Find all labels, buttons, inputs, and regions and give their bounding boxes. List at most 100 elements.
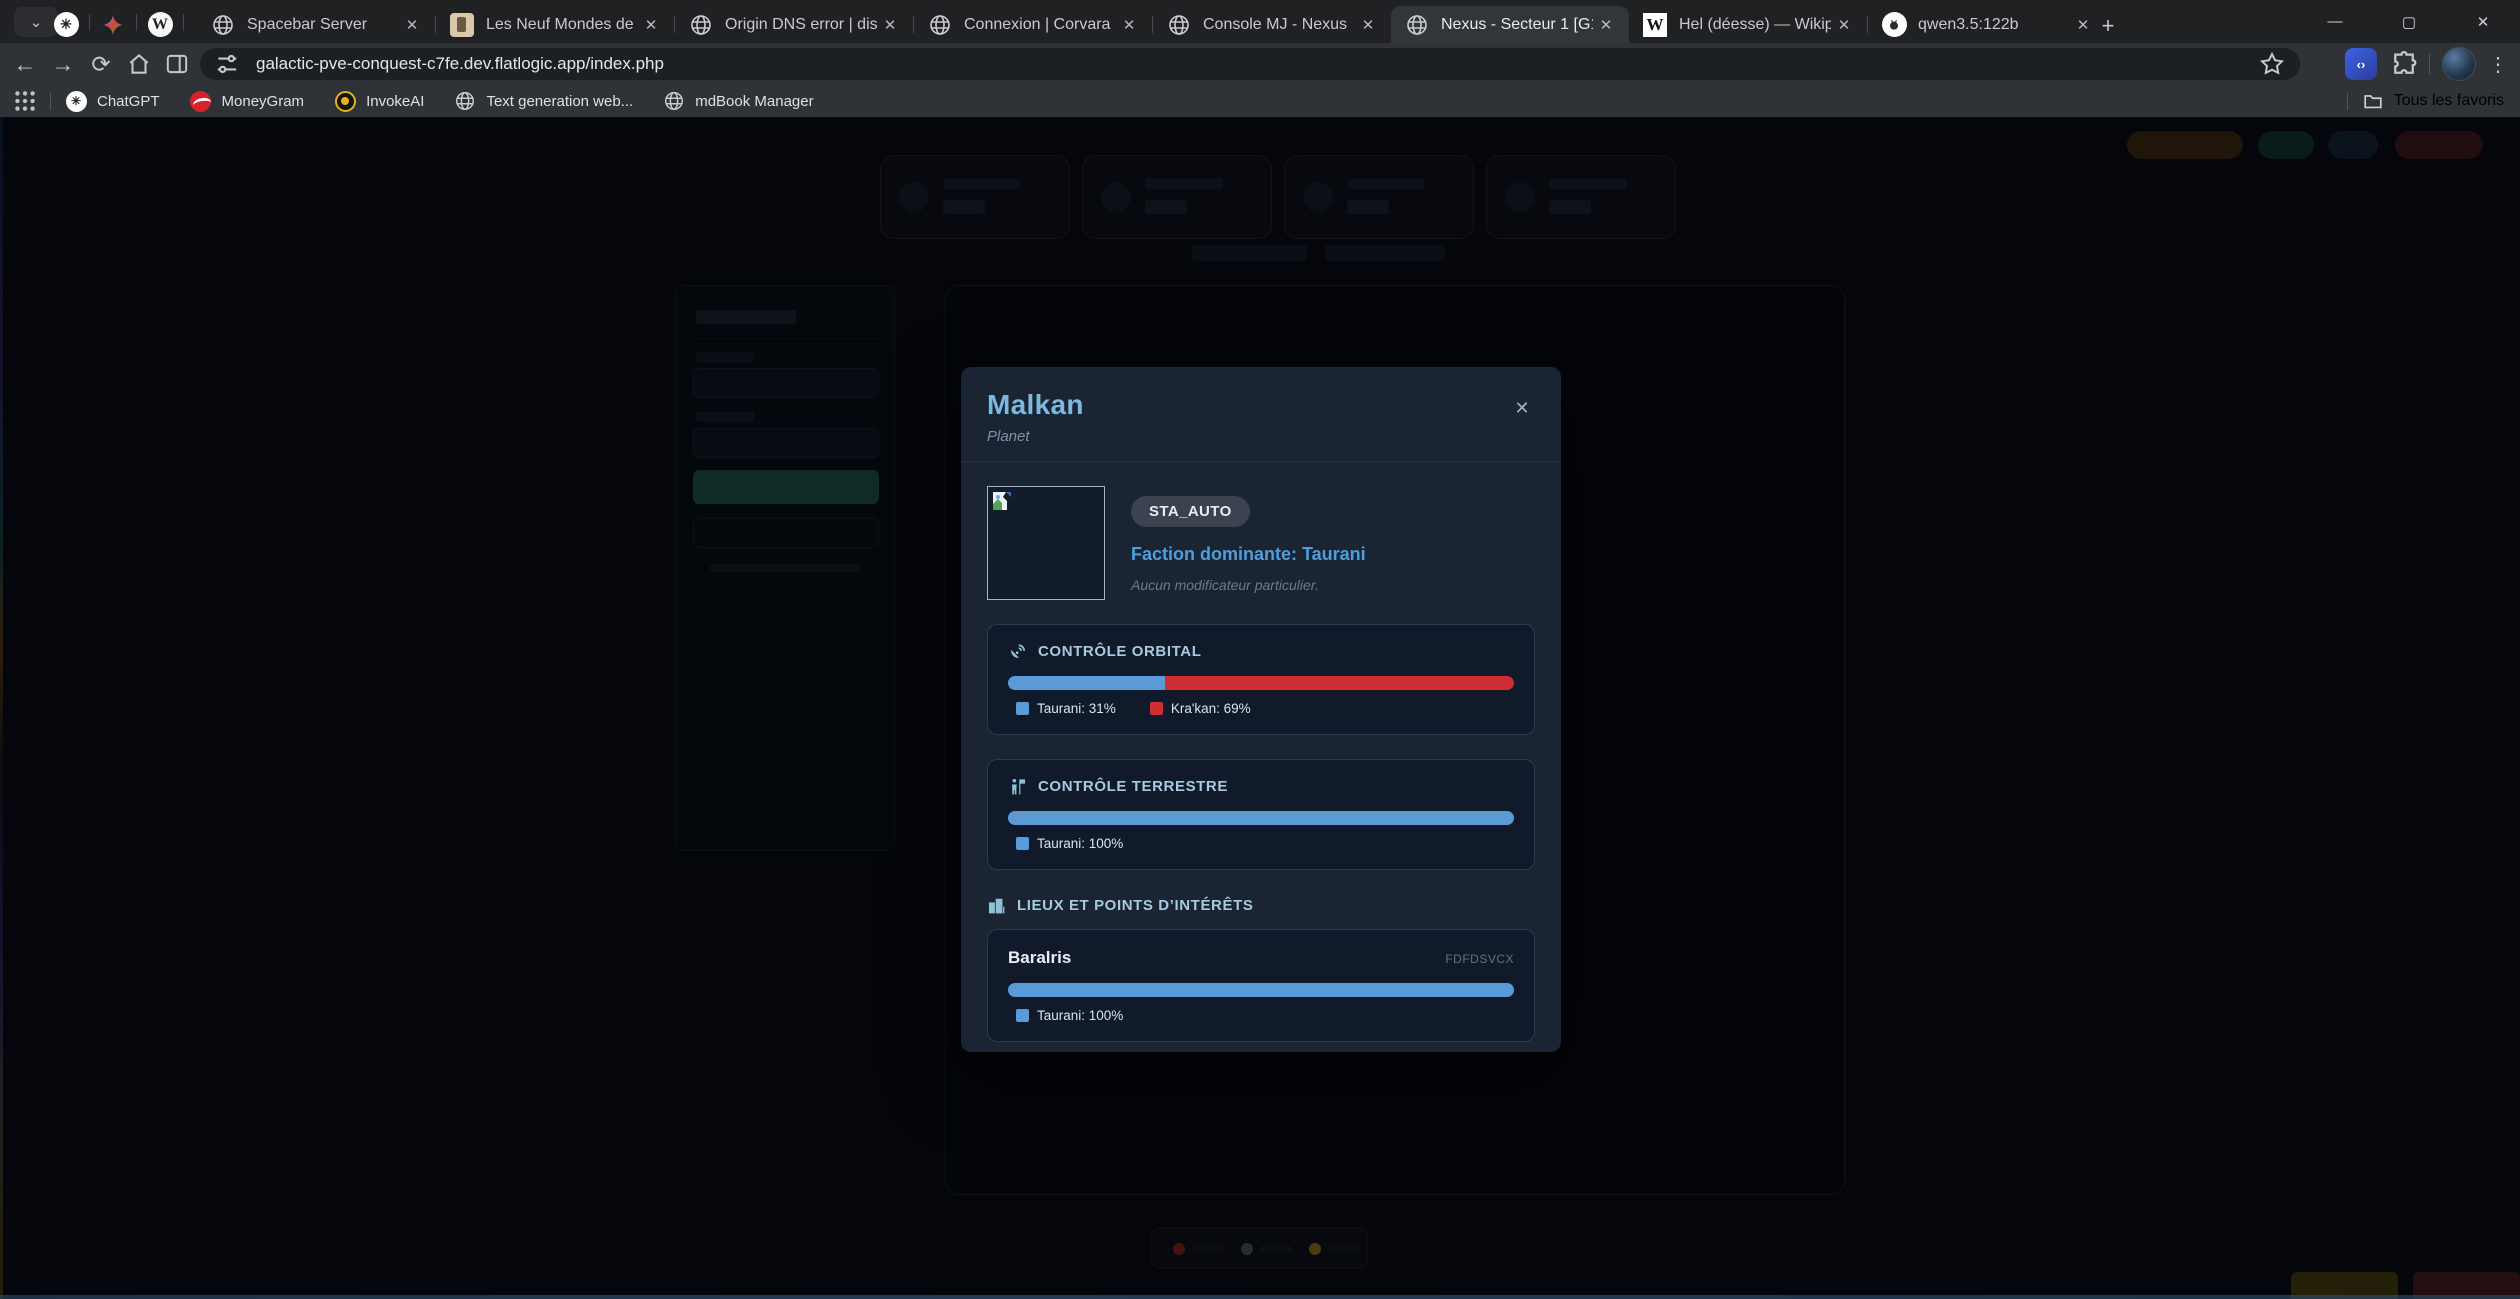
maximize-button[interactable]: ▢ — [2372, 0, 2446, 43]
globe-icon — [688, 12, 714, 38]
legend-label: Taurani: 100% — [1037, 836, 1123, 851]
legend-label: Taurani: 31% — [1037, 701, 1116, 716]
panel-footnote — [710, 564, 862, 572]
mythology-favicon — [449, 12, 475, 38]
bar-segment-taurani — [1008, 676, 1165, 690]
legend-dot — [1241, 1243, 1253, 1255]
tab-title: Connexion | Corvara — [964, 16, 1116, 34]
close-icon[interactable]: ✕ — [1507, 393, 1537, 423]
chatgpt-icon: ✳ — [54, 12, 79, 37]
field-label — [696, 412, 754, 422]
legend-item: Kra'kan: 69% — [1142, 701, 1251, 716]
bookmark-invokeai[interactable]: InvokeAI — [334, 90, 424, 112]
all-bookmarks[interactable]: Tous les favoris — [2335, 90, 2504, 112]
tab-title: Les Neuf Mondes de la Mytholo — [486, 16, 638, 34]
tab-connexion-corvara[interactable]: Connexion | Corvara ✕ — [914, 6, 1152, 43]
extension-icon[interactable]: ‹› — [2345, 48, 2377, 80]
tab-neuf-mondes[interactable]: Les Neuf Mondes de la Mytholo ✕ — [436, 6, 674, 43]
legend-item: Taurani: 31% — [1008, 701, 1116, 716]
globe-icon — [1404, 12, 1430, 38]
close-tab-icon[interactable]: ✕ — [1116, 12, 1142, 38]
home-button[interactable] — [120, 45, 158, 83]
new-tab-button[interactable]: + — [2092, 10, 2124, 42]
close-window-button[interactable]: ✕ — [2446, 0, 2520, 43]
header-button[interactable] — [2328, 131, 2378, 159]
bookmark-star-icon[interactable] — [2258, 50, 2286, 78]
legend-dot — [1309, 1243, 1321, 1255]
legend-label: Kra'kan: 69% — [1171, 701, 1251, 716]
planet-info-row: STA_AUTO Faction dominante: Taurani Aucu… — [987, 486, 1535, 600]
tab-title: Spacebar Server — [247, 16, 399, 34]
bookmark-mdbook[interactable]: mdBook Manager — [663, 90, 813, 112]
tab-console-mj[interactable]: Console MJ - Nexus ✕ — [1153, 6, 1391, 43]
bar-segment-taurani — [1008, 811, 1514, 825]
back-button[interactable]: ← — [6, 45, 44, 83]
header-button[interactable] — [2127, 131, 2243, 159]
section-title-row: CONTRÔLE ORBITAL — [1008, 642, 1514, 661]
ollama-icon — [1881, 12, 1907, 38]
tab-nexus-secteur-active[interactable]: Nexus - Secteur 1 [G1] ✕ — [1391, 6, 1629, 43]
bookmarks-bar: ✳ ChatGPT MoneyGram InvokeAI Text genera… — [0, 85, 2520, 117]
bookmark-label: ChatGPT — [97, 93, 160, 110]
bookmark-chatgpt[interactable]: ✳ ChatGPT — [65, 90, 160, 112]
close-tab-icon[interactable]: ✕ — [1593, 12, 1619, 38]
address-bar[interactable]: galactic-pve-conquest-c7fe.dev.flatlogic… — [200, 48, 2300, 80]
close-tab-icon[interactable]: ✕ — [399, 12, 425, 38]
header-button[interactable] — [2258, 131, 2314, 159]
select-input[interactable] — [693, 368, 879, 398]
panel-title — [696, 310, 796, 324]
all-bookmarks-label: Tous les favoris — [2394, 92, 2504, 110]
close-tab-icon[interactable]: ✕ — [877, 12, 903, 38]
forward-button[interactable]: → — [44, 45, 82, 83]
ground-control-card: CONTRÔLE TERRESTRE Taurani: 100% — [987, 759, 1535, 870]
close-tab-icon[interactable]: ✕ — [1355, 12, 1381, 38]
tab-spacebar-server[interactable]: Spacebar Server ✕ — [197, 6, 435, 43]
bookmark-textgen[interactable]: Text generation web... — [454, 90, 633, 112]
faction-stat-card — [1082, 155, 1272, 239]
profile-avatar[interactable] — [2442, 47, 2476, 81]
bookmark-moneygram[interactable]: MoneyGram — [190, 90, 305, 112]
globe-icon — [210, 12, 236, 38]
satellite-dish-icon — [1008, 642, 1027, 661]
url-text[interactable]: galactic-pve-conquest-c7fe.dev.flatlogic… — [256, 54, 2258, 74]
window-controls: — ▢ ✕ — [2298, 0, 2520, 43]
divider — [692, 338, 880, 339]
breadcrumb — [1325, 245, 1445, 261]
side-panel-icon[interactable] — [158, 45, 196, 83]
tab-separator — [183, 14, 184, 31]
tab-qwen[interactable]: qwen3.5:122b ✕ — [1868, 6, 2106, 43]
toolbar-separator — [2429, 54, 2430, 74]
field-label — [696, 352, 754, 362]
bar-segment-taurani — [1008, 983, 1514, 997]
minimize-button[interactable]: — — [2298, 0, 2372, 43]
panel-secondary-control[interactable] — [693, 518, 879, 548]
tab-strip: ⌄ ✳ W Spacebar Server ✕ Les Neuf Mondes … — [0, 0, 2520, 43]
site-legend: Taurani: 100% — [1008, 1008, 1514, 1023]
orbital-control-bar — [1008, 676, 1514, 690]
extensions-puzzle-icon[interactable] — [2389, 49, 2419, 79]
close-tab-icon[interactable]: ✕ — [638, 12, 664, 38]
legend-swatch — [1016, 1009, 1029, 1022]
poi-section-header: LIEUX ET POINTS D’INTÉRÊTS — [987, 896, 1535, 915]
panel-action-button[interactable] — [693, 470, 879, 504]
pinned-tab-chatgpt[interactable]: ✳ — [45, 6, 87, 43]
header-button[interactable] — [2395, 131, 2483, 159]
bookmark-label: Text generation web... — [486, 93, 633, 110]
pinned-tab-gemini[interactable] — [92, 6, 134, 43]
close-tab-icon[interactable]: ✕ — [1831, 12, 1857, 38]
pinned-tab-wordpress[interactable]: W — [139, 6, 181, 43]
modal-title: Malkan — [987, 389, 1535, 421]
site-settings-icon[interactable] — [214, 51, 240, 77]
poi-card-baralris: Baralris FDFDSVCX Taurani: 100% — [987, 929, 1535, 1042]
site-header-row: Baralris FDFDSVCX — [1008, 948, 1514, 968]
apps-grid-icon[interactable] — [12, 88, 38, 114]
menu-kebab-icon[interactable]: ⋮ — [2488, 52, 2508, 77]
site-name: Baralris — [1008, 948, 1071, 968]
select-input[interactable] — [693, 428, 879, 458]
city-buildings-icon — [987, 896, 1006, 915]
bottom-edge-line — [0, 1295, 2520, 1299]
planet-image-placeholder — [987, 486, 1105, 600]
tab-origin-dns[interactable]: Origin DNS error | discord-like- ✕ — [675, 6, 913, 43]
reload-button[interactable]: ⟳ — [82, 45, 120, 83]
tab-hel-wikipedia[interactable]: W Hel (déesse) — Wikipédia ✕ — [1629, 6, 1867, 43]
